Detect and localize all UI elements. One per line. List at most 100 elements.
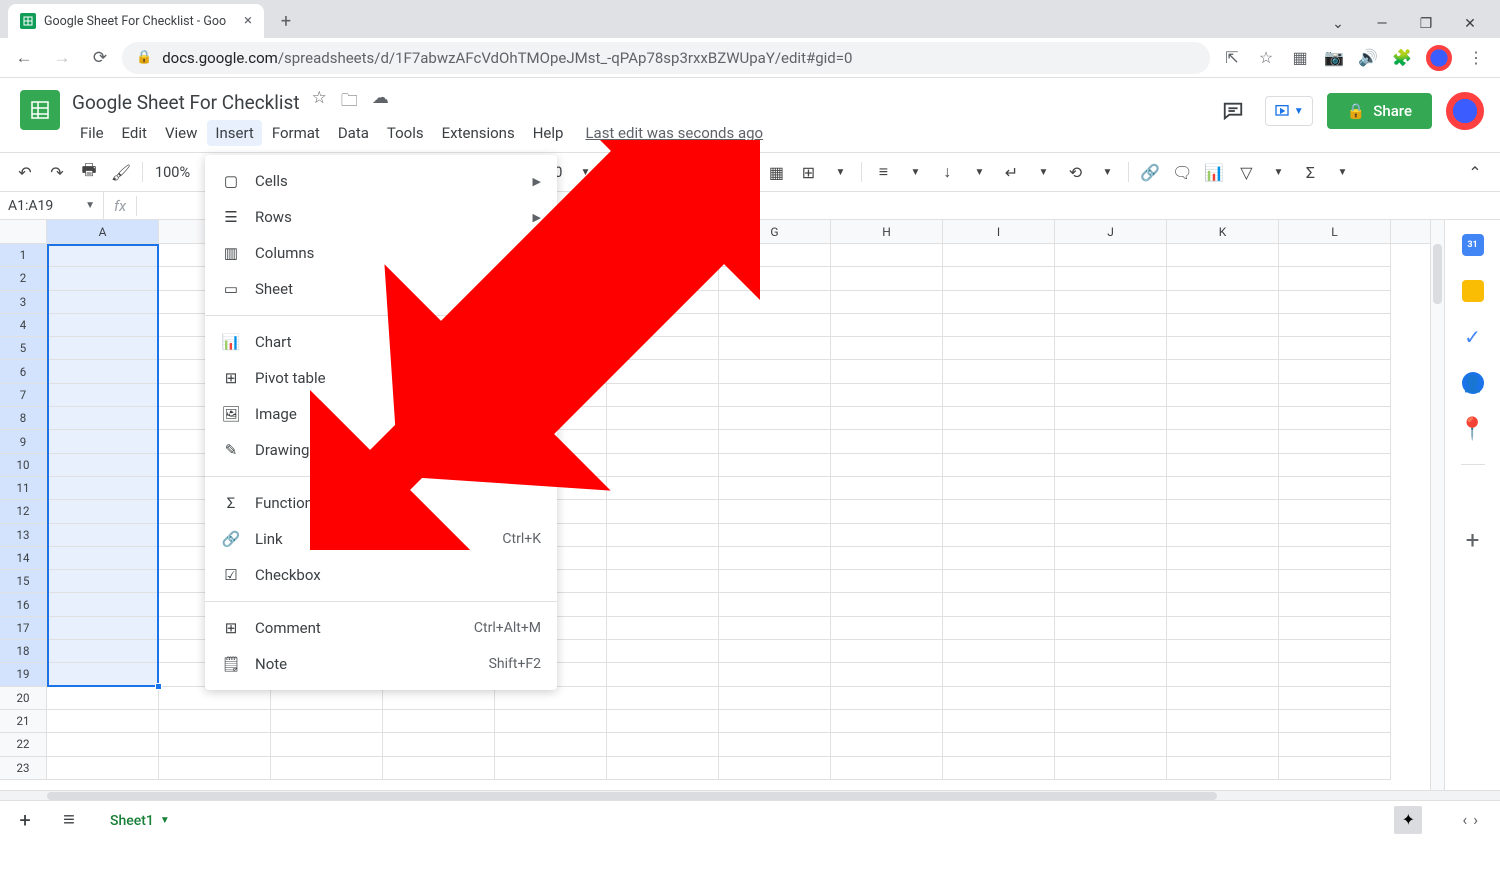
cell[interactable] <box>831 687 943 710</box>
menu-item-drawing[interactable]: ✎Drawing <box>205 432 557 468</box>
cell[interactable] <box>383 710 495 733</box>
cell[interactable] <box>495 687 607 710</box>
cell[interactable] <box>719 430 831 453</box>
cell[interactable] <box>943 710 1055 733</box>
cell[interactable] <box>1167 267 1279 290</box>
borders-icon[interactable]: ▦ <box>761 157 791 187</box>
cell[interactable] <box>607 267 719 290</box>
star-icon[interactable]: ☆ <box>1256 48 1276 68</box>
functions-dropdown[interactable]: ▼ <box>1327 157 1357 187</box>
document-title[interactable]: Google Sheet For Checklist <box>72 91 300 114</box>
cell[interactable] <box>719 360 831 383</box>
fill-color-icon[interactable]: ◆ <box>729 157 759 187</box>
cell[interactable] <box>47 267 159 290</box>
row-header[interactable]: 6 <box>0 360 47 383</box>
back-button[interactable]: ← <box>8 42 40 74</box>
cell[interactable] <box>1279 384 1391 407</box>
strikethrough-icon[interactable]: S <box>654 157 684 187</box>
menu-edit[interactable]: Edit <box>114 120 155 146</box>
cell[interactable] <box>1055 570 1167 593</box>
column-header[interactable]: J <box>1055 220 1167 243</box>
cell[interactable] <box>383 687 495 710</box>
cell[interactable] <box>1055 687 1167 710</box>
cell[interactable] <box>47 407 159 430</box>
side-panel-left-icon[interactable]: ‹ <box>1462 810 1467 829</box>
print-icon[interactable]: 🖶 <box>74 157 104 187</box>
cell[interactable] <box>607 244 719 267</box>
cell[interactable] <box>831 454 943 477</box>
cell[interactable] <box>1279 617 1391 640</box>
menu-item-pivot-table[interactable]: ⊞Pivot table <box>205 360 557 396</box>
cell[interactable] <box>943 663 1055 686</box>
cell[interactable] <box>719 291 831 314</box>
cloud-status-icon[interactable]: ☁ <box>372 88 389 117</box>
browser-tab[interactable]: Google Sheet For Checklist - Goo × <box>8 4 264 38</box>
contacts-icon[interactable]: 👤 <box>1462 372 1484 394</box>
maximize-icon[interactable]: ❐ <box>1410 16 1442 32</box>
puzzle-icon[interactable]: 🧩 <box>1392 48 1412 68</box>
cell[interactable] <box>1279 547 1391 570</box>
paint-format-icon[interactable]: 🖌 <box>106 157 136 187</box>
cell[interactable] <box>159 710 271 733</box>
cell[interactable] <box>831 360 943 383</box>
cell[interactable] <box>607 687 719 710</box>
cell[interactable] <box>1055 407 1167 430</box>
cell[interactable] <box>607 454 719 477</box>
calendar-icon[interactable]: 31 <box>1462 234 1484 256</box>
redo-icon[interactable]: ↷ <box>42 157 72 187</box>
row-header[interactable]: 16 <box>0 593 47 616</box>
h-align-icon[interactable]: ≡ <box>868 157 898 187</box>
menu-format[interactable]: Format <box>264 120 328 146</box>
cell[interactable] <box>1055 547 1167 570</box>
cell[interactable] <box>1167 593 1279 616</box>
row-header[interactable]: 1 <box>0 244 47 267</box>
cell[interactable] <box>1279 407 1391 430</box>
cell[interactable] <box>607 617 719 640</box>
cell[interactable] <box>1055 430 1167 453</box>
row-header[interactable]: 19 <box>0 663 47 686</box>
row-header[interactable]: 17 <box>0 617 47 640</box>
cell[interactable] <box>1167 524 1279 547</box>
cell[interactable] <box>719 547 831 570</box>
cell[interactable] <box>831 477 943 500</box>
cell[interactable] <box>47 430 159 453</box>
cell[interactable] <box>1279 430 1391 453</box>
cell[interactable] <box>1279 500 1391 523</box>
comments-history-icon[interactable] <box>1215 93 1251 129</box>
cell[interactable] <box>1167 430 1279 453</box>
cell[interactable] <box>495 710 607 733</box>
column-header[interactable]: F <box>607 220 719 243</box>
cell[interactable] <box>47 593 159 616</box>
cell[interactable] <box>271 733 383 756</box>
cell[interactable] <box>719 337 831 360</box>
keep-icon[interactable] <box>1462 280 1484 302</box>
cell[interactable] <box>1055 710 1167 733</box>
menu-item-columns[interactable]: ▥Columns▶ <box>205 235 557 271</box>
cell[interactable] <box>1167 547 1279 570</box>
cell[interactable] <box>943 547 1055 570</box>
wrap-icon[interactable]: ↵ <box>996 157 1026 187</box>
cell[interactable] <box>1055 524 1167 547</box>
sheet-tab[interactable]: Sheet1 ▼ <box>96 803 184 837</box>
extension-icon-1[interactable]: ▦ <box>1290 48 1310 68</box>
cell[interactable] <box>607 337 719 360</box>
explore-button[interactable]: ✦ <box>1394 806 1422 834</box>
merge-dropdown-icon[interactable]: ▼ <box>825 157 855 187</box>
cell[interactable] <box>719 663 831 686</box>
cell[interactable] <box>159 733 271 756</box>
cell[interactable] <box>383 757 495 780</box>
kebab-menu-icon[interactable]: ⋮ <box>1466 48 1486 68</box>
row-header[interactable]: 12 <box>0 500 47 523</box>
menu-item-cells[interactable]: ▢Cells▶ <box>205 163 557 199</box>
menu-view[interactable]: View <box>157 120 205 146</box>
cell[interactable] <box>831 500 943 523</box>
menu-data[interactable]: Data <box>330 120 377 146</box>
row-header[interactable]: 10 <box>0 454 47 477</box>
menu-item-checkbox[interactable]: ☑Checkbox <box>205 557 557 593</box>
cell[interactable] <box>1279 267 1391 290</box>
column-header[interactable]: H <box>831 220 943 243</box>
cell[interactable] <box>47 384 159 407</box>
cell[interactable] <box>719 640 831 663</box>
functions-icon[interactable]: Σ <box>1295 157 1325 187</box>
cell[interactable] <box>47 710 159 733</box>
